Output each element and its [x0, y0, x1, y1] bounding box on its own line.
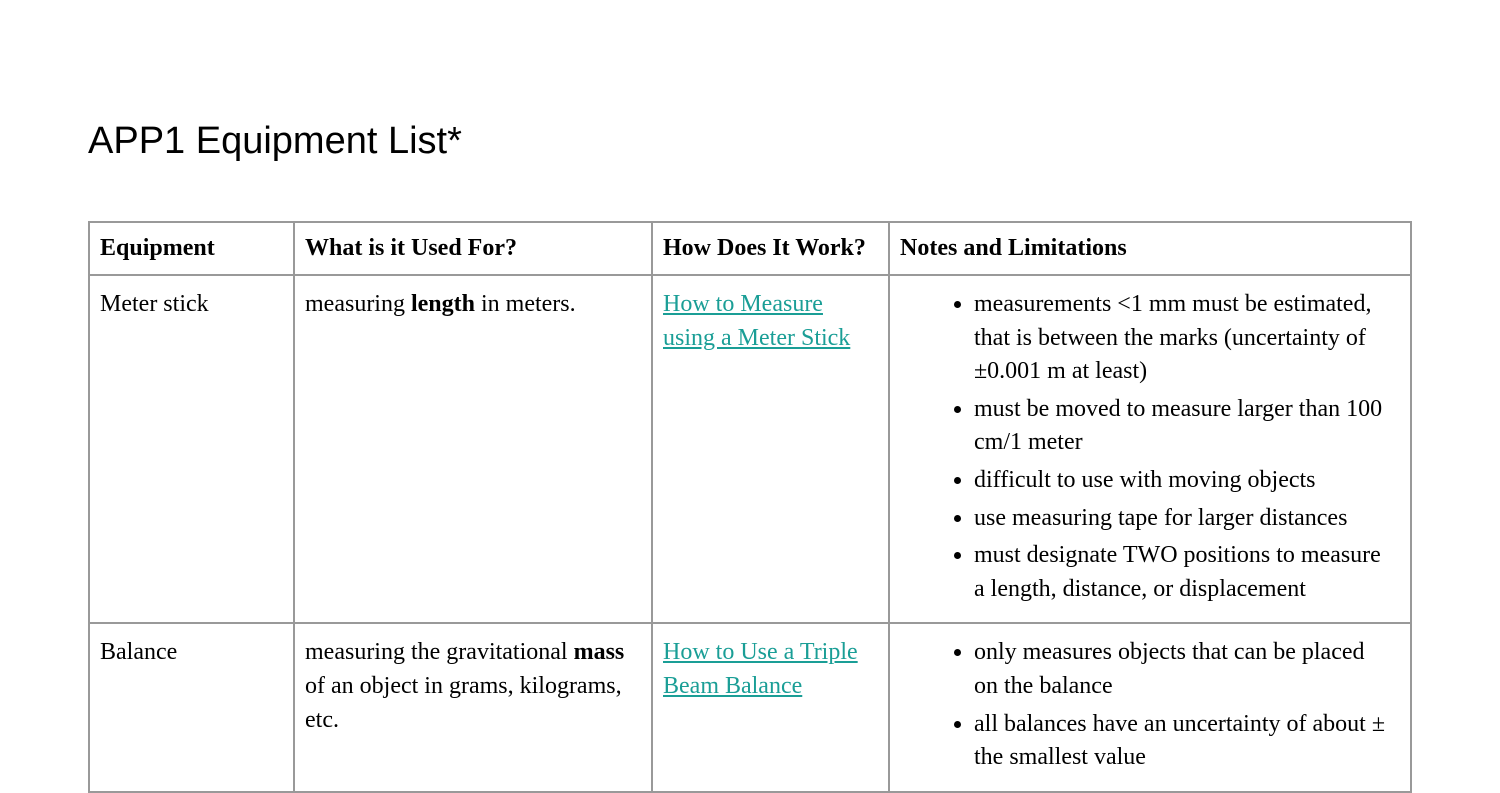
cell-used-for: measuring length in meters. — [294, 275, 652, 623]
list-item: measurements <1 mm must be estimated, th… — [974, 288, 1394, 389]
list-item: must be moved to measure larger than 100… — [974, 393, 1394, 460]
cell-how-works: How to Measure using a Meter Stick — [652, 275, 889, 623]
cell-notes: measurements <1 mm must be estimated, th… — [889, 275, 1411, 623]
header-notes: Notes and Limitations — [889, 222, 1411, 275]
cell-equipment: Meter stick — [89, 275, 294, 623]
how-works-link[interactable]: How to Use a Triple Beam Balance — [663, 639, 858, 699]
used-suffix: of an object in grams, kilograms, etc. — [305, 673, 622, 733]
cell-equipment: Balance — [89, 623, 294, 791]
used-prefix: measuring the gravitational — [305, 639, 574, 665]
table-row: Meter stick measuring length in meters. … — [89, 275, 1411, 623]
list-item: must designate TWO positions to measure … — [974, 539, 1394, 606]
used-prefix: measuring — [305, 291, 411, 317]
list-item: only measures objects that can be placed… — [974, 636, 1394, 703]
cell-notes: only measures objects that can be placed… — [889, 623, 1411, 791]
header-used-for: What is it Used For? — [294, 222, 652, 275]
equipment-table: Equipment What is it Used For? How Does … — [88, 221, 1412, 793]
used-bold: mass — [574, 639, 625, 665]
table-row: Balance measuring the gravitational mass… — [89, 623, 1411, 791]
header-how-works: How Does It Work? — [652, 222, 889, 275]
list-item: difficult to use with moving objects — [974, 464, 1394, 498]
how-works-link[interactable]: How to Measure using a Meter Stick — [663, 291, 850, 351]
list-item: all balances have an uncertainty of abou… — [974, 708, 1394, 775]
document-page: APP1 Equipment List* Equipment What is i… — [0, 0, 1500, 793]
cell-used-for: measuring the gravitational mass of an o… — [294, 623, 652, 791]
page-title: APP1 Equipment List* — [88, 120, 1412, 163]
used-suffix: in meters. — [475, 291, 576, 317]
list-item: use measuring tape for larger distances — [974, 502, 1394, 536]
notes-list: measurements <1 mm must be estimated, th… — [900, 288, 1400, 606]
header-equipment: Equipment — [89, 222, 294, 275]
notes-list: only measures objects that can be placed… — [900, 636, 1400, 774]
cell-how-works: How to Use a Triple Beam Balance — [652, 623, 889, 791]
used-bold: length — [411, 291, 475, 317]
table-header-row: Equipment What is it Used For? How Does … — [89, 222, 1411, 275]
